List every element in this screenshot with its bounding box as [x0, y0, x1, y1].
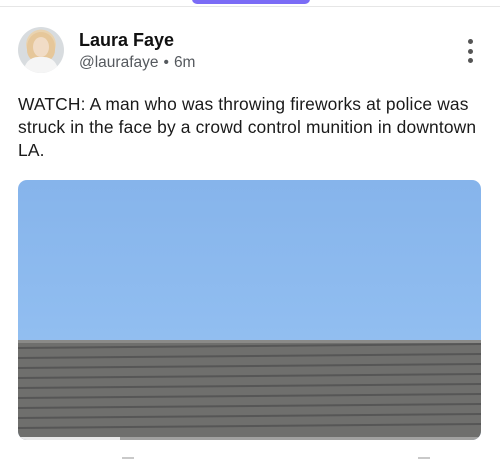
author-name[interactable]: Laura Faye	[79, 30, 174, 51]
post-text: WATCH: A man who was throwing fireworks …	[18, 94, 477, 160]
meta-separator: •	[163, 54, 169, 71]
share-icon[interactable]	[418, 457, 430, 465]
top-divider	[0, 6, 500, 7]
more-dot	[467, 48, 473, 54]
video-progress-track[interactable]	[18, 437, 481, 440]
avatar-shirt	[24, 57, 58, 73]
video-frame-scene	[18, 340, 481, 440]
video-progress-fill	[18, 437, 120, 440]
more-vertical-icon[interactable]	[466, 39, 474, 63]
post-header: Laura Faye @laurafaye • 6m	[18, 27, 482, 77]
top-tab-indicator[interactable]	[192, 0, 310, 4]
action-bar-partial	[0, 455, 500, 465]
avatar-face	[33, 37, 49, 57]
post-meta: @laurafaye • 6m	[79, 54, 195, 72]
author-handle[interactable]: @laurafaye	[79, 54, 159, 71]
more-dot	[467, 39, 473, 44]
roof-edge	[18, 340, 481, 343]
post-video[interactable]	[18, 180, 481, 440]
more-dot	[467, 58, 473, 63]
author-avatar[interactable]	[18, 27, 64, 73]
post-timestamp[interactable]: 6m	[174, 54, 196, 71]
reply-icon[interactable]	[122, 457, 134, 465]
